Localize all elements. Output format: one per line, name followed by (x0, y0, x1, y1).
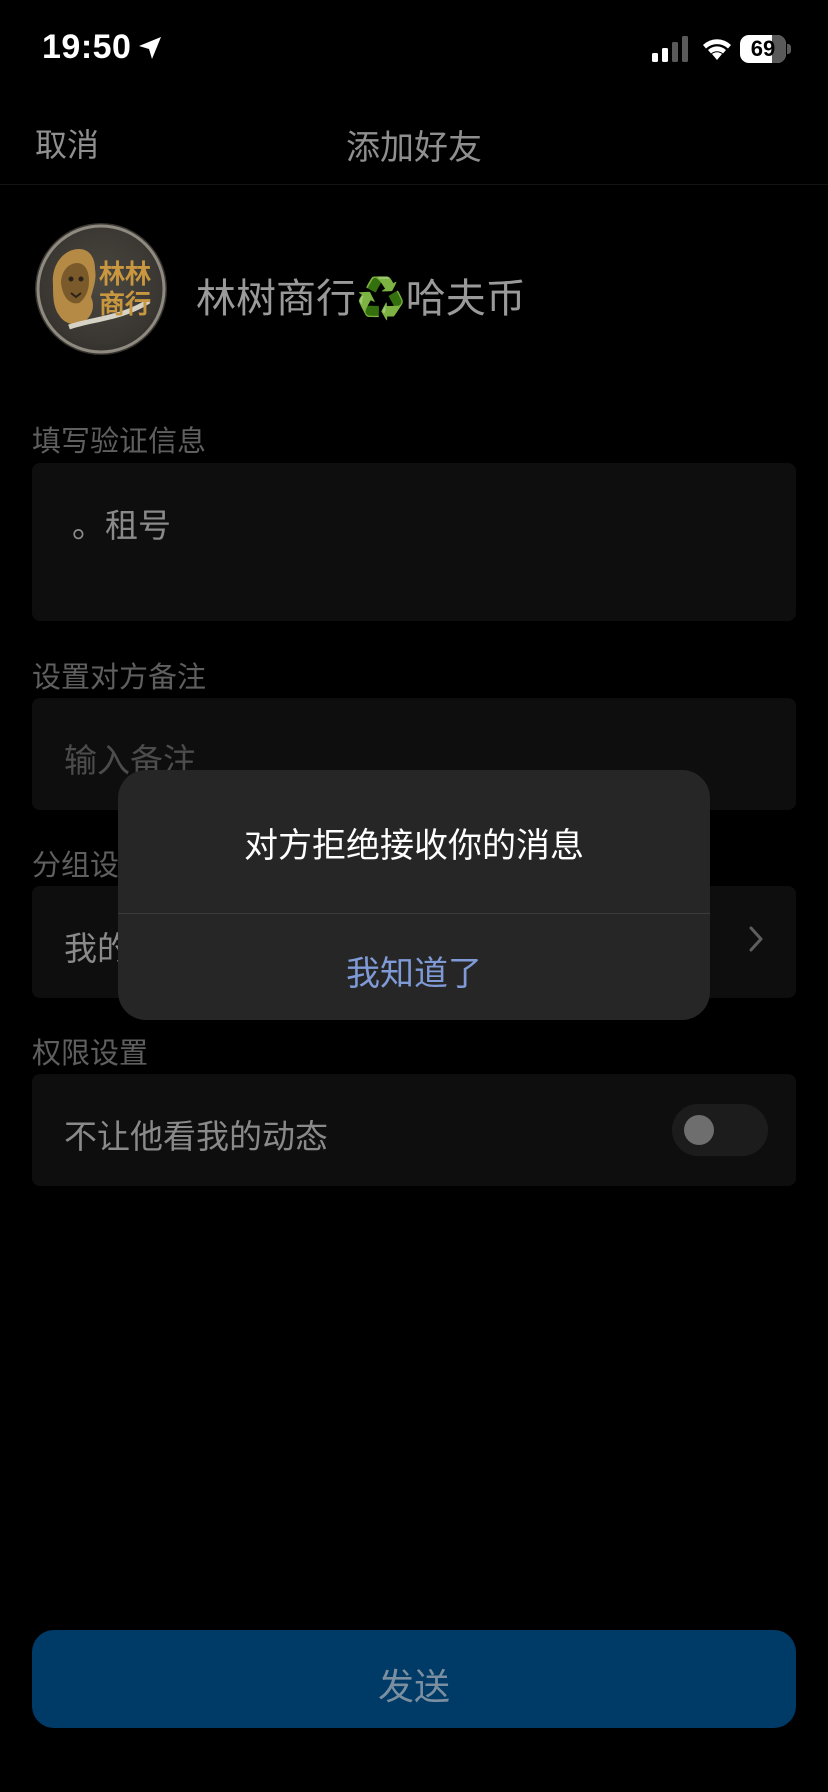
permissions-label: 权限设置 (32, 1036, 149, 1070)
avatar-text: 林林 (99, 260, 151, 290)
hide-moments-row: 不让他看我的动态 (32, 1074, 796, 1186)
chevron-right-icon (749, 926, 763, 952)
contact-name: 林树商行♻️哈夫币 (196, 276, 526, 322)
hide-moments-label: 不让他看我的动态 (64, 1117, 328, 1156)
battery-level: 69 (750, 36, 776, 61)
verification-input[interactable]: 。租号 (32, 463, 796, 621)
alert-dialog: 对方拒绝接收你的消息 我知道了 (118, 770, 710, 1020)
group-label: 分组设 (32, 848, 120, 882)
battery-icon: 69 (740, 35, 791, 63)
toggle-knob (684, 1115, 714, 1145)
cellular-signal-icon (652, 36, 688, 62)
status-bar: 19:50 69 (0, 0, 828, 100)
wifi-icon (703, 39, 731, 60)
avatar: 林林 商行 (35, 223, 167, 355)
alert-ok-button[interactable]: 我知道了 (118, 914, 710, 1020)
lion-logo-icon: 林林 商行 (36, 224, 166, 354)
send-button[interactable]: 发送 (32, 1630, 796, 1728)
alert-ok-button-label: 我知道了 (346, 954, 482, 994)
send-button-label: 发送 (377, 1666, 450, 1707)
location-arrow-icon (139, 37, 161, 59)
verification-input-value: 。租号 (72, 506, 171, 545)
page-title: 添加好友 (346, 128, 482, 168)
nav-bar: 取消 添加好友 (0, 100, 828, 185)
hide-moments-toggle[interactable] (672, 1104, 768, 1156)
verification-label: 填写验证信息 (32, 424, 207, 458)
alert-message: 对方拒绝接收你的消息 (244, 826, 584, 866)
remark-label: 设置对方备注 (32, 660, 207, 694)
status-time: 19:50 (42, 28, 132, 66)
svg-text:商行: 商行 (99, 289, 151, 320)
